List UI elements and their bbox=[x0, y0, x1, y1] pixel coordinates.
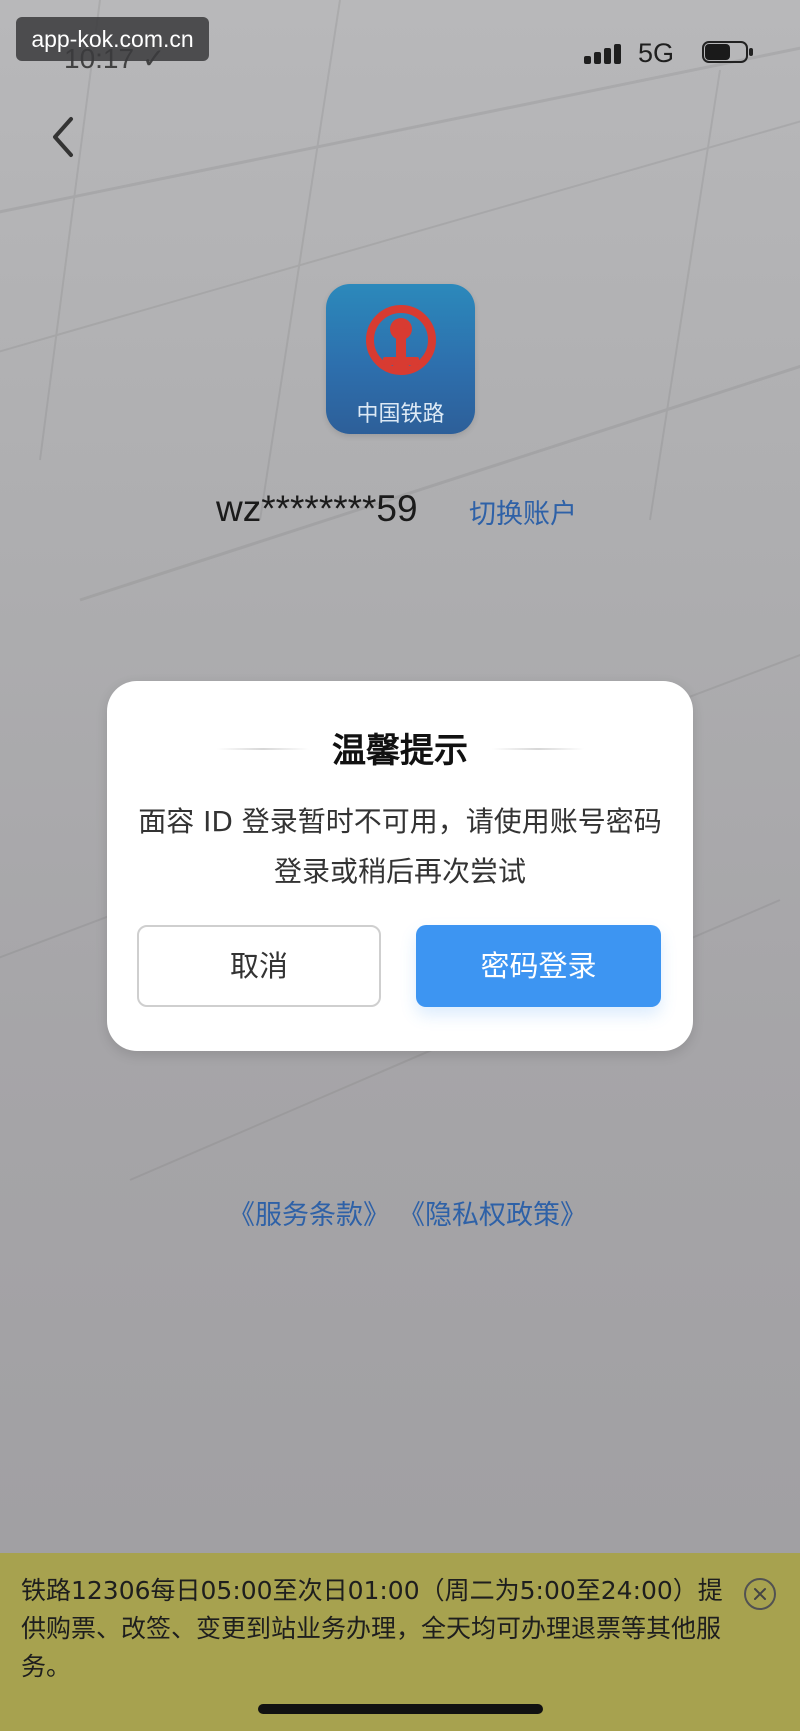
notice-text: 铁路12306每日05:00至次日01:00（周二为5:00至24:00）提供购… bbox=[21, 1576, 723, 1681]
watermark: app-kok.com.cn bbox=[16, 17, 209, 61]
close-glyph bbox=[754, 1588, 766, 1600]
battery-icon bbox=[702, 41, 754, 63]
logo-text: 中国铁路 bbox=[356, 402, 445, 427]
account-row: wz********59 切换账户 bbox=[216, 488, 606, 536]
terms-link[interactable]: 《服务条款》 bbox=[228, 1193, 390, 1232]
close-icon[interactable] bbox=[744, 1578, 776, 1610]
battery-tip bbox=[749, 48, 753, 56]
login-dialog: 温馨提示 面容 ID 登录暂时不可用，请使用账号密码登录或稍后再次尝试 取消 密… bbox=[107, 681, 693, 1051]
battery-level bbox=[705, 44, 730, 60]
home-indicator[interactable] bbox=[258, 1704, 543, 1714]
cancel-button[interactable]: 取消 bbox=[137, 925, 381, 1007]
account-name: wz********59 bbox=[216, 488, 418, 529]
password-login-button[interactable]: 密码登录 bbox=[416, 925, 661, 1007]
network-label: 5G bbox=[638, 38, 675, 68]
app-logo: 中国铁路 bbox=[326, 284, 475, 434]
switch-account-link[interactable]: 切换账户 bbox=[469, 492, 577, 531]
dialog-title: 温馨提示 bbox=[332, 731, 468, 771]
chevron-left-icon bbox=[53, 117, 73, 157]
privacy-link[interactable]: 《隐私权政策》 bbox=[398, 1193, 587, 1232]
back-button[interactable] bbox=[42, 108, 84, 166]
status-bar: 5G bbox=[584, 38, 754, 68]
legal-links: 《服务条款》 《隐私权政策》 bbox=[228, 1193, 587, 1233]
dialog-message: 面容 ID 登录暂时不可用，请使用账号密码登录或稍后再次尝试 bbox=[138, 805, 662, 888]
railway-emblem-icon bbox=[366, 305, 436, 375]
signal-icon bbox=[584, 44, 626, 64]
